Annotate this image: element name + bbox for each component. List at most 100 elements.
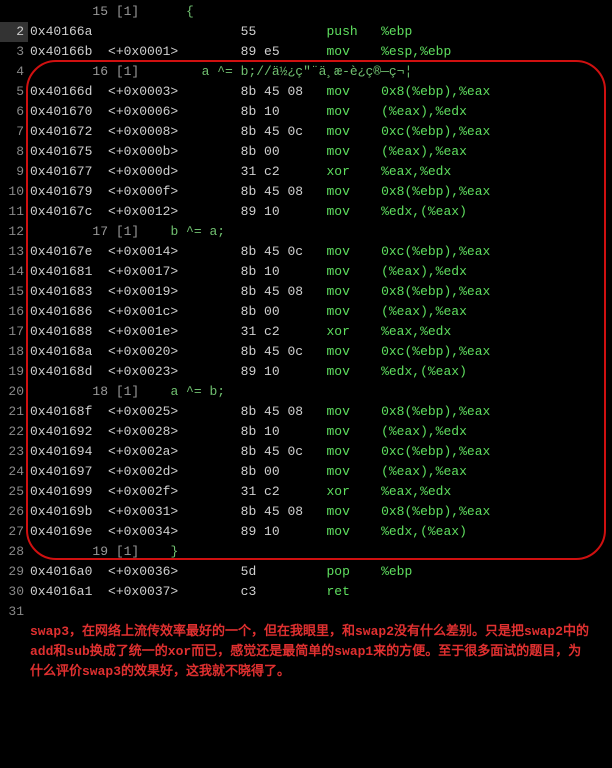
address: 0x40166b bbox=[30, 44, 108, 59]
code-area[interactable]: 15 [1] {0x40166a 55 push %ebp 0x40166b <+… bbox=[30, 2, 590, 682]
line-number: 14 bbox=[0, 262, 28, 282]
hex-bytes: 8b 45 0c bbox=[241, 124, 327, 139]
line-number: 5 bbox=[0, 82, 28, 102]
mnemonic: pop bbox=[326, 564, 381, 579]
operands: 0x8(%ebp),%eax bbox=[381, 184, 490, 199]
mnemonic: xor bbox=[326, 324, 381, 339]
operands: (%eax),%eax bbox=[381, 144, 467, 159]
source-meta: 17 [1] bbox=[92, 224, 154, 239]
address: 0x401683 bbox=[30, 284, 108, 299]
asm-line: 0x401694 <+0x002a> 8b 45 0c mov 0xc(%ebp… bbox=[30, 442, 590, 462]
hex-bytes: 8b 45 08 bbox=[241, 184, 327, 199]
line-number: 8 bbox=[0, 142, 28, 162]
asm-line: 0x401681 <+0x0017> 8b 10 mov (%eax),%edx bbox=[30, 262, 590, 282]
source-code: a ^= b;//ä½¿ç"¨ä¸æ-è¿ç®—ç¬¦ bbox=[155, 64, 412, 79]
offset: <+0x0028> bbox=[108, 424, 241, 439]
mnemonic: mov bbox=[326, 264, 381, 279]
source-code: b ^= a; bbox=[155, 224, 225, 239]
offset: <+0x0036> bbox=[108, 564, 241, 579]
mnemonic: mov bbox=[326, 184, 381, 199]
asm-line: 0x40167e <+0x0014> 8b 45 0c mov 0xc(%ebp… bbox=[30, 242, 590, 262]
asm-line: 0x40168f <+0x0025> 8b 45 08 mov 0x8(%ebp… bbox=[30, 402, 590, 422]
operands: (%eax),%edx bbox=[381, 104, 467, 119]
offset: <+0x002a> bbox=[108, 444, 241, 459]
source-code: { bbox=[155, 4, 194, 19]
mnemonic: mov bbox=[326, 404, 381, 419]
address: 0x401672 bbox=[30, 124, 108, 139]
address: 0x40167e bbox=[30, 244, 108, 259]
asm-line: 0x401692 <+0x0028> 8b 10 mov (%eax),%edx bbox=[30, 422, 590, 442]
operands: (%eax),%edx bbox=[381, 424, 467, 439]
source-line: 18 [1] a ^= b; bbox=[30, 382, 590, 402]
mnemonic: mov bbox=[326, 364, 381, 379]
mnemonic: mov bbox=[326, 244, 381, 259]
mnemonic: mov bbox=[326, 304, 381, 319]
source-meta: 19 [1] bbox=[92, 544, 154, 559]
address: 0x401688 bbox=[30, 324, 108, 339]
asm-line: 0x401688 <+0x001e> 31 c2 xor %eax,%edx bbox=[30, 322, 590, 342]
asm-line: 0x40169e <+0x0034> 89 10 mov %edx,(%eax) bbox=[30, 522, 590, 542]
line-number: 10 bbox=[0, 182, 28, 202]
operands: %eax,%edx bbox=[381, 164, 451, 179]
mnemonic: ret bbox=[326, 584, 381, 599]
line-number-gutter: 2345678910111213141516171819202122232425… bbox=[0, 2, 28, 622]
line-number: 28 bbox=[0, 542, 28, 562]
hex-bytes: 8b 00 bbox=[241, 144, 327, 159]
offset: <+0x000d> bbox=[108, 164, 241, 179]
line-number: 17 bbox=[0, 322, 28, 342]
asm-line: 0x4016a1 <+0x0037> c3 ret bbox=[30, 582, 590, 602]
asm-line: 0x401675 <+0x000b> 8b 00 mov (%eax),%eax bbox=[30, 142, 590, 162]
operands: 0x8(%ebp),%eax bbox=[381, 504, 490, 519]
hex-bytes: 8b 45 08 bbox=[241, 504, 327, 519]
offset bbox=[108, 24, 241, 39]
offset: <+0x0019> bbox=[108, 284, 241, 299]
hex-bytes: 8b 45 0c bbox=[241, 444, 327, 459]
line-number: 23 bbox=[0, 442, 28, 462]
hex-bytes: 31 c2 bbox=[241, 484, 327, 499]
hex-bytes: 8b 10 bbox=[241, 264, 327, 279]
address: 0x40169b bbox=[30, 504, 108, 519]
mnemonic: mov bbox=[326, 104, 381, 119]
offset: <+0x001e> bbox=[108, 324, 241, 339]
operands: %eax,%edx bbox=[381, 324, 451, 339]
offset: <+0x0037> bbox=[108, 584, 241, 599]
hex-bytes: 31 c2 bbox=[241, 324, 327, 339]
line-number: 20 bbox=[0, 382, 28, 402]
source-meta: 15 [1] bbox=[92, 4, 154, 19]
asm-line: 0x4016a0 <+0x0036> 5d pop %ebp bbox=[30, 562, 590, 582]
mnemonic: mov bbox=[326, 204, 381, 219]
source-line: 15 [1] { bbox=[30, 2, 590, 22]
line-number: 18 bbox=[0, 342, 28, 362]
empty-line bbox=[30, 602, 590, 622]
mnemonic: mov bbox=[326, 84, 381, 99]
asm-line: 0x40166a 55 push %ebp bbox=[30, 22, 590, 42]
annotation-text: swap3，在网络上流传效率最好的一个，但在我眼里，和swap2没有什么差别。只… bbox=[30, 622, 590, 682]
hex-bytes: 89 10 bbox=[241, 364, 327, 379]
offset: <+0x0014> bbox=[108, 244, 241, 259]
mnemonic: mov bbox=[326, 504, 381, 519]
hex-bytes: 8b 10 bbox=[241, 424, 327, 439]
asm-line: 0x401699 <+0x002f> 31 c2 xor %eax,%edx bbox=[30, 482, 590, 502]
asm-line: 0x40168a <+0x0020> 8b 45 0c mov 0xc(%ebp… bbox=[30, 342, 590, 362]
hex-bytes: 8b 00 bbox=[241, 304, 327, 319]
offset: <+0x0017> bbox=[108, 264, 241, 279]
mnemonic: mov bbox=[326, 344, 381, 359]
mnemonic: push bbox=[326, 24, 381, 39]
address: 0x401670 bbox=[30, 104, 108, 119]
offset: <+0x001c> bbox=[108, 304, 241, 319]
hex-bytes: 8b 00 bbox=[241, 464, 327, 479]
offset: <+0x0031> bbox=[108, 504, 241, 519]
offset: <+0x002f> bbox=[108, 484, 241, 499]
address: 0x401686 bbox=[30, 304, 108, 319]
operands: 0xc(%ebp),%eax bbox=[381, 444, 490, 459]
asm-line: 0x40166d <+0x0003> 8b 45 08 mov 0x8(%ebp… bbox=[30, 82, 590, 102]
address: 0x40168a bbox=[30, 344, 108, 359]
source-meta: 18 [1] bbox=[92, 384, 154, 399]
hex-bytes: 8b 45 0c bbox=[241, 344, 327, 359]
operands: 0x8(%ebp),%eax bbox=[381, 404, 490, 419]
line-number: 13 bbox=[0, 242, 28, 262]
mnemonic: mov bbox=[326, 284, 381, 299]
operands: %edx,(%eax) bbox=[381, 204, 467, 219]
address: 0x401699 bbox=[30, 484, 108, 499]
offset: <+0x0023> bbox=[108, 364, 241, 379]
